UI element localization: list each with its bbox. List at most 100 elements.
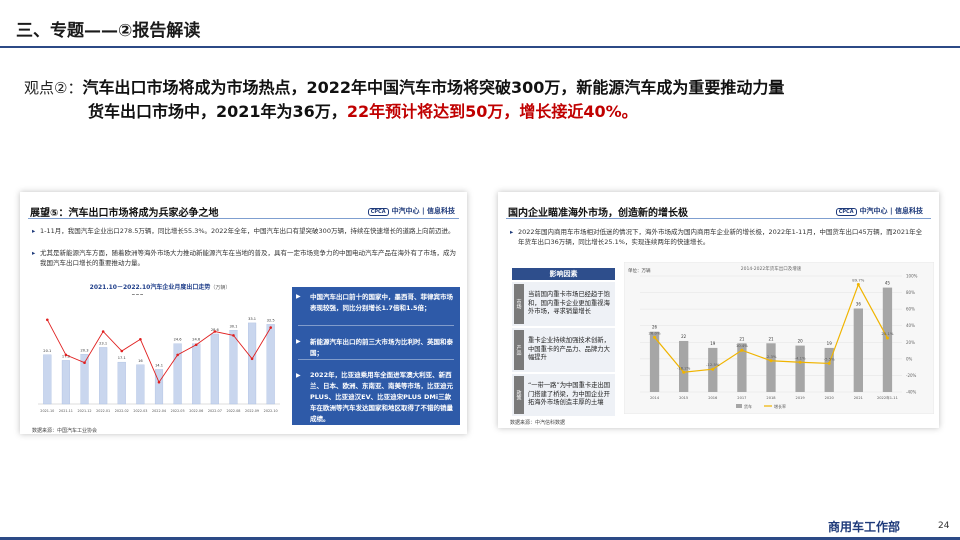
chart-bar [154, 369, 164, 405]
arrow-icon: ▶ [296, 338, 301, 345]
growth-point [83, 361, 86, 364]
x-tick-label: 2021.10 [40, 409, 54, 413]
growth-point [798, 360, 802, 364]
growth-point [740, 348, 744, 352]
chart-bar [229, 330, 238, 405]
bar-value-label: 21 [768, 336, 774, 341]
right-truck-export-chart: 2014-2022年货车出口及增速 单位：万辆 100% 80% 60% 40% 20% 0%… [624, 262, 934, 414]
x-tick-label: 2022年1-11 [877, 395, 898, 400]
x-tick-label: 2022.10 [264, 409, 278, 413]
x-tick-label: 2016 [708, 396, 718, 400]
chart-bar [173, 343, 182, 405]
growth-point [157, 380, 161, 384]
bar-value-label: 20 [798, 339, 804, 344]
growth-point [139, 338, 142, 341]
cpca-logo: CPCA 中汽中心 | 信息科技 [835, 206, 923, 216]
bar-value-label: 14.1 [155, 363, 163, 367]
x-tick-label: 2021.11 [59, 409, 73, 413]
legend-label-growth: 增长率 [774, 403, 786, 409]
box-item-1: 中国汽车出口前十的国家中，墨西哥、菲律宾市场表现较强，同比分别增长1.7倍和1.… [310, 293, 453, 312]
x-tick-label: 2017 [737, 396, 746, 400]
bar-value-label: 32.5 [267, 318, 275, 322]
growth-point [269, 326, 272, 329]
chart-bar [43, 354, 52, 405]
legend-label-trucks: 货车 [744, 403, 752, 409]
viewpoint-text-1: 汽车出口市场将成为市场热点，2022年中国汽车市场将突破300万，新能源汽车成为… [82, 78, 785, 97]
growth-value-label: 26.0% [649, 330, 661, 335]
factor-text: 当前国内重卡市场已经趋于饱和，国内重卡企业更加重视海外市场，寻求销量增长 [528, 291, 610, 316]
left-bullet-1: 1-11月，我国汽车企业出口278.5万辆，同比增长55.3%。2022年全年，… [32, 226, 460, 236]
cpca-logo: CPCA 中汽中心 | 信息科技 [367, 206, 455, 216]
factor-policy: 政策 “一带一路”为中国重卡走出国门搭建了桥梁，为中国企业开拓海外市场创造丰厚的… [512, 374, 615, 416]
x-tick-label: 2020 [825, 396, 835, 400]
left-source-note: 数据来源：中国汽车工业协会 [32, 428, 98, 434]
factor-market: 市场 当前国内重卡市场已经趋于饱和，国内重卡企业更加重视海外市场，寻求销量增长 [512, 282, 615, 326]
growth-point [213, 330, 217, 333]
x-tick-label: 2021.12 [78, 409, 92, 413]
x-tick-label: 2018 [766, 396, 776, 400]
growth-value-label: 89.7% [852, 278, 864, 283]
viewpoint-line-1: 观点②：汽车出口市场将成为市场热点，2022年中国汽车市场将突破300万，新能源… [24, 76, 784, 100]
growth-point [194, 343, 198, 347]
chart-bar [99, 347, 108, 405]
growth-value-label: 10.4% [736, 343, 748, 348]
left-highlight-box: ▶ 中国汽车出口前十的国家中，墨西哥、菲律宾市场表现较强，同比分别增长1.7倍和… [292, 287, 460, 425]
arrow-icon: ▶ [296, 293, 301, 300]
left-chart-title: 2021.10－2022.10汽车企业月度出口走势（万辆） [89, 284, 231, 291]
right-source-note: 数据来源：中汽信科数据 [510, 420, 566, 426]
bar-value-label: 36 [856, 301, 862, 306]
growth-point [250, 357, 254, 361]
x-tick-label: 2022.07 [208, 409, 222, 413]
growth-point [827, 361, 831, 365]
chart-bar [266, 324, 275, 405]
left-report-panel: 展望⑤：汽车出口市场将成为兵家必争之地 CPCA中汽中心 | 信息科技 1-11… [20, 192, 467, 434]
x-tick-label: 2022.05 [171, 409, 185, 413]
viewpoint-text-2: 货车出口市场中，2021年为36万， [88, 102, 347, 121]
chart-bar [192, 343, 201, 405]
chart-bar [248, 322, 257, 405]
chart-bar [136, 364, 145, 405]
growth-point [176, 353, 179, 357]
bar-value-label: 33.1 [248, 317, 256, 321]
y2-tick-label: 60% [906, 307, 915, 312]
growth-point [711, 367, 715, 371]
box-item-3: 2022年，比亚迪乘用车全面进军澳大利亚、新西兰、日本、欧洲、东南亚、南美等市场… [310, 371, 453, 423]
growth-value-label: -5.5% [824, 356, 835, 361]
right-panel-title: 国内企业瞄准海外市场，创造新的增长极 [508, 208, 688, 219]
x-tick-label: 2022.03 [133, 409, 147, 413]
truck-bar [882, 287, 893, 392]
growth-point [120, 349, 124, 353]
factors-header: 影响因素 [512, 268, 615, 280]
chart-title: 2014-2022年货车出口及增速 [741, 265, 802, 272]
factor-product: 产品 重卡企业持续加强技术创新，中国重卡的产品力、品牌力大幅提升 [512, 328, 615, 372]
growth-value-label: 25.1% [881, 331, 893, 336]
factor-text: “一带一路”为中国重卡走出国门搭建了桥梁，为中国企业开拓海外市场创造丰厚的土壤 [528, 382, 611, 407]
bar-value-label: 24.6 [192, 338, 201, 342]
growth-point [64, 353, 68, 357]
truck-bar [795, 345, 805, 392]
header-divider [0, 46, 960, 48]
bar-value-label: 19 [710, 341, 716, 346]
y2-tick-label: 20% [906, 340, 915, 345]
chart-bar [61, 360, 70, 405]
x-tick-label: 2019 [796, 396, 806, 400]
truck-bar [766, 343, 776, 392]
y-axis-unit: 单位：万辆 [628, 267, 651, 274]
growth-value-label: -2.3% [765, 354, 776, 359]
x-tick-label: 2022.06 [189, 409, 203, 413]
bar-value-label: 45 [885, 281, 891, 286]
growth-point [101, 330, 105, 333]
growth-point [769, 359, 773, 363]
bar-value-label: 30.1 [229, 324, 237, 328]
bar-value-label: 21 [739, 336, 745, 341]
bar-value-label: 16 [138, 359, 143, 363]
bar-value-label: 19 [827, 341, 833, 346]
growth-point [682, 370, 686, 374]
y2-tick-label: 0% [906, 356, 913, 361]
viewpoint-highlight: 22年预计将达到50万，增长接近40%。 [346, 102, 638, 121]
y2-tick-label: 80% [906, 290, 915, 295]
box-divider [298, 325, 454, 326]
left-bullet-2: 尤其是新能源汽车方面，随着欧洲等海外市场大力推动新能源汽车在当地的普及，具有一定… [32, 248, 460, 268]
left-panel-rule [28, 218, 459, 219]
y2-tick-label: 40% [906, 323, 915, 328]
